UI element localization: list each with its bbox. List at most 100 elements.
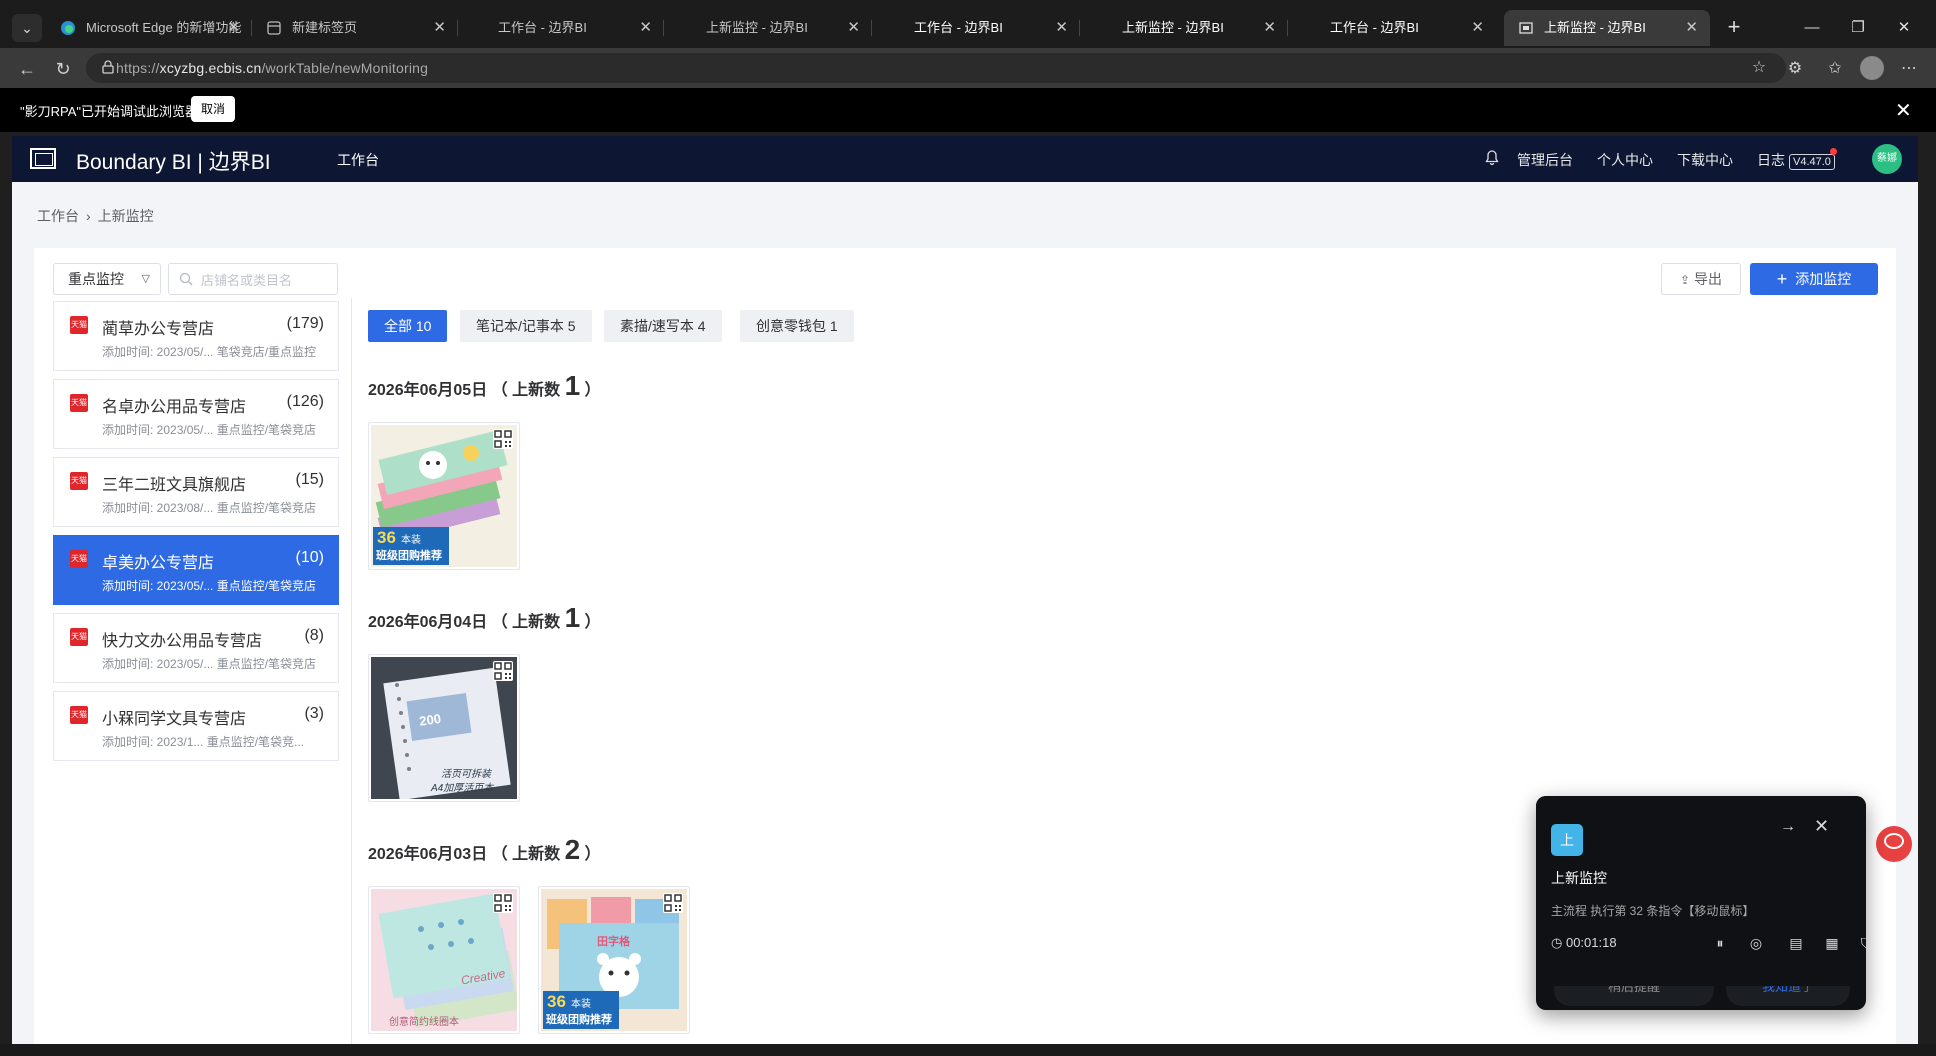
nav-profile[interactable]: 个人中心 (1597, 150, 1653, 170)
tmall-icon: 天猫 (70, 550, 88, 568)
qr-code-icon[interactable] (493, 429, 513, 449)
back-icon[interactable]: ← (14, 56, 40, 82)
tab-close-icon[interactable]: ✕ (1055, 10, 1068, 46)
nav-log[interactable]: 日志 V4.47.0 (1757, 150, 1835, 170)
logo-icon (30, 148, 56, 169)
breadcrumb: 工作台 › 上新监控 (37, 206, 154, 226)
store-item[interactable]: 天猫 快力文办公用品专营店 (8) 添加时间: 2023/05/... 重点监控… (53, 613, 339, 683)
floating-assistant-icon[interactable] (1876, 826, 1912, 862)
window-close-icon[interactable]: ✕ (1884, 14, 1924, 42)
run-timer: ◷ 00:01:18 (1551, 935, 1617, 950)
new-tab-plus-icon[interactable]: + (1720, 14, 1748, 42)
shield-icon[interactable]: ⛉ (1856, 933, 1876, 953)
log-icon[interactable]: ▤ (1786, 933, 1806, 953)
breadcrumb-root[interactable]: 工作台 (37, 208, 79, 224)
restore-icon[interactable]: ❐ (1838, 14, 1878, 42)
browser-tab[interactable]: 工作台 - 边界BI ✕ (1290, 10, 1496, 46)
add-monitor-button[interactable]: + 添加监控 (1750, 263, 1878, 295)
browser-tab[interactable]: 工作台 - 边界BI ✕ (874, 10, 1080, 46)
store-item[interactable]: 天猫 小槑同学文具专营店 (3) 添加时间: 2023/1... 重点监控/笔袋… (53, 691, 339, 761)
search-input[interactable] (199, 268, 333, 292)
page-icon (1519, 22, 1533, 34)
tab-title: 工作台 - 边界BI (914, 20, 1003, 35)
export-icon: ⇪ (1679, 273, 1691, 287)
svg-text:36: 36 (377, 528, 396, 547)
popup-body: 上 → ✕ 上新监控 主流程 执行第 32 条指令【移动鼠标】 ◷ 00:01:… (1536, 796, 1871, 986)
product-thumbnail[interactable]: 36 本装 班级团购推荐 (368, 422, 520, 570)
product-thumbnail[interactable]: 200 活页可拆装 A4加厚活页本 (368, 654, 520, 802)
product-thumbnail[interactable]: 田字格 36 本装 班级团购推荐 (538, 886, 690, 1034)
browser-tab[interactable]: 工作台 - 边界BI ✕ (458, 10, 664, 46)
favorite-star-icon[interactable]: ☆ (1748, 57, 1770, 79)
extensions-icon[interactable]: ⚙ (1784, 58, 1806, 80)
date-group-heading: 2026年06月04日 （ 上新数 1 ） (368, 602, 601, 633)
svg-text:班级团购推荐: 班级团购推荐 (546, 1012, 612, 1026)
category-tag-notebook[interactable]: 笔记本/记事本 5 (460, 310, 592, 342)
tab-actions-chevron-icon[interactable]: ⌄ (12, 14, 42, 42)
favorites-icon[interactable]: ✩ (1824, 58, 1846, 80)
taskbar-strip (0, 1044, 1936, 1056)
svg-text:A4加厚活页本: A4加厚活页本 (430, 782, 494, 794)
browser-tab[interactable]: 上新监控 - 边界BI ✕ (1082, 10, 1288, 46)
nav-admin[interactable]: 管理后台 (1517, 150, 1573, 170)
profile-avatar[interactable] (1860, 56, 1884, 80)
debug-notice-text: "影刀RPA"已开始调试此浏览器 (20, 104, 198, 119)
tab-close-icon[interactable]: ✕ (639, 10, 652, 46)
refresh-icon[interactable]: ↻ (50, 56, 76, 82)
bell-icon[interactable] (1484, 149, 1500, 167)
breadcrumb-chevron-icon: › (86, 208, 91, 224)
monitor-filter-select[interactable]: 重点监控 ▽ (53, 263, 161, 295)
url-text: https://xcyzbg.ecbis.cn/workTable/newMon… (116, 60, 429, 76)
lock-icon (102, 60, 114, 74)
store-item-selected[interactable]: 天猫 卓美办公专营店 (10) 添加时间: 2023/05/... 重点监控/笔… (53, 535, 339, 605)
popup-description: 主流程 执行第 32 条指令【移动鼠标】 (1551, 904, 1755, 918)
user-avatar[interactable]: 蔡娜 (1872, 144, 1902, 174)
svg-text:36: 36 (547, 992, 566, 1011)
flow-badge: 上 (1551, 824, 1583, 856)
qr-code-icon[interactable] (493, 893, 513, 913)
tab-close-icon[interactable]: ✕ (1263, 10, 1276, 46)
browser-tab[interactable]: 上新监控 - 边界BI ✕ (666, 10, 872, 46)
export-button[interactable]: ⇪ 导出 (1661, 263, 1741, 295)
browser-tab[interactable]: 新建标签页 ✕ (252, 10, 458, 46)
chevron-down-icon: ▽ (141, 273, 150, 285)
notice-close-icon[interactable]: ✕ (1895, 98, 1912, 123)
qr-code-icon[interactable] (663, 893, 683, 913)
tab-title: 上新监控 - 边界BI (1544, 20, 1646, 35)
tab-close-icon[interactable]: ✕ (1685, 10, 1698, 46)
browser-tab-active[interactable]: 上新监控 - 边界BI ✕ (1504, 10, 1710, 46)
svg-text:创意简约线圈本: 创意简约线圈本 (389, 1015, 459, 1028)
category-tag-coin-purse[interactable]: 创意零钱包 1 (740, 310, 854, 342)
cancel-debug-button[interactable]: 取消 (191, 96, 235, 122)
product-thumbnail[interactable]: Creative 创意简约线圈本 (368, 886, 520, 1034)
store-item[interactable]: 天猫 蔺草办公专营店 (179) 添加时间: 2023/05/... 笔袋竞店/… (53, 301, 339, 371)
arrow-right-icon[interactable]: → (1780, 818, 1796, 836)
browser-tab[interactable]: Microsoft Edge 的新增功能 ✕ (46, 10, 252, 46)
nav-workbench[interactable]: 工作台 (337, 150, 379, 170)
store-item[interactable]: 天猫 名卓办公用品专营店 (126) 添加时间: 2023/05/... 重点监… (53, 379, 339, 449)
search-icon (179, 272, 193, 286)
address-input[interactable]: https://xcyzbg.ecbis.cn/workTable/newMon… (86, 53, 1786, 83)
more-icon[interactable]: ⋯ (1898, 58, 1920, 80)
date-group-heading: 2026年06月05日 （ 上新数 1 ） (368, 370, 601, 401)
nav-downloads[interactable]: 下载中心 (1677, 150, 1733, 170)
category-tag-sketchbook[interactable]: 素描/速写本 4 (604, 310, 722, 342)
tab-close-icon[interactable]: ✕ (227, 10, 240, 46)
svg-text:活页可拆装: 活页可拆装 (441, 768, 493, 780)
tab-title: Microsoft Edge 的新增功能 (86, 20, 242, 35)
category-tag-all[interactable]: 全部 10 (368, 310, 448, 342)
table-icon[interactable]: ▦ (1822, 933, 1842, 953)
tab-close-icon[interactable]: ✕ (433, 10, 446, 46)
tab-close-icon[interactable]: ✕ (847, 10, 860, 46)
stop-icon[interactable]: ◎ (1746, 933, 1766, 953)
rpa-run-popup: 稍后提醒 我知道了 上 → ✕ 上新监控 主流程 执行第 32 条指令【移动鼠标… (1536, 796, 1871, 1010)
popup-close-icon[interactable]: ✕ (1814, 816, 1829, 837)
app-header: Boundary BI | 边界BI 工作台 管理后台 个人中心 下载中心 日志… (12, 136, 1918, 182)
svg-text:班级团购推荐: 班级团购推荐 (376, 548, 442, 562)
pause-icon[interactable]: ⏸ (1710, 933, 1730, 953)
minimize-icon[interactable]: — (1792, 14, 1832, 42)
tab-close-icon[interactable]: ✕ (1471, 10, 1484, 46)
debug-notice-bar: "影刀RPA"已开始调试此浏览器 取消 ✕ (0, 88, 1936, 132)
qr-code-icon[interactable] (493, 661, 513, 681)
store-item[interactable]: 天猫 三年二班文具旗舰店 (15) 添加时间: 2023/08/... 重点监控… (53, 457, 339, 527)
